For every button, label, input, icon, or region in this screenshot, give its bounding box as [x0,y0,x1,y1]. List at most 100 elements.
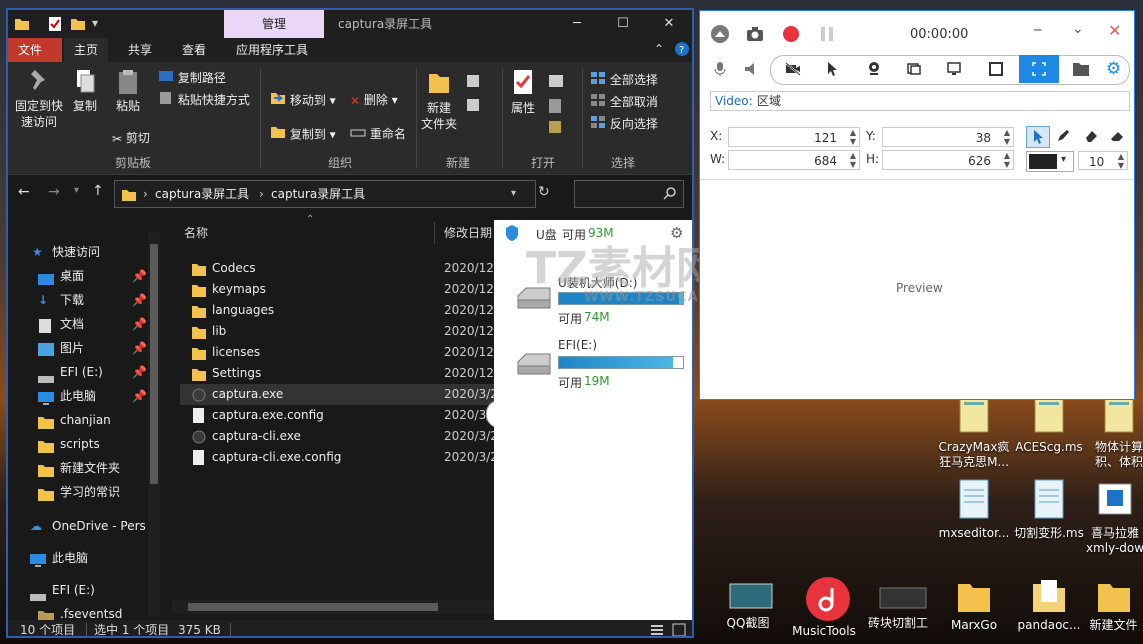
table-row[interactable]: keymaps 2020/12/ [180,279,498,300]
eraser-icon[interactable] [1084,129,1098,146]
collapse-icon[interactable] [710,24,730,47]
new-item-icon[interactable] [466,74,488,93]
desktop-item[interactable]: 切割变形.ms [1009,478,1089,541]
no-video-icon[interactable] [785,62,801,79]
tab-home[interactable]: 主页 [64,38,109,62]
easy-access-icon[interactable] [466,98,488,117]
color-picker[interactable]: ▾ [1026,151,1074,172]
context-tab-manage[interactable]: 管理 [224,10,324,38]
up-icon[interactable]: ↑ [92,183,104,199]
select-none-button[interactable]: 全部取消 [590,92,658,112]
clear-icon[interactable] [1110,129,1124,146]
copy-button[interactable]: 复制 [70,68,100,114]
refresh-icon[interactable]: ↻ [538,184,550,200]
paste-button[interactable]: 粘贴 [108,68,148,114]
collapse-ribbon-icon[interactable]: ⌃ [654,42,664,56]
spinner-icon[interactable]: ▲ ▼ [850,151,856,169]
tab-view[interactable]: 查看 [172,38,216,62]
pen-icon[interactable] [1056,129,1070,146]
delete-button[interactable]: ✕ 删除 ▾ [350,90,398,110]
customize-toolbar-icon[interactable]: ▾ [92,16,98,30]
scrollbar-thumb[interactable] [188,603,438,611]
desktop-item[interactable]: QQ截图 [708,576,788,631]
region-button[interactable] [1019,55,1059,83]
video-source-field[interactable]: Video: 区域 [710,91,1130,111]
paste-shortcut-button[interactable]: 粘贴快捷方式 [158,90,250,110]
spinner-icon[interactable]: ▲ ▼ [850,128,856,146]
close-button[interactable]: ✕ [646,10,692,38]
open-icon[interactable] [548,74,570,93]
pause-icon[interactable] [818,25,836,46]
desktop-item[interactable]: MarxGo [934,576,1014,633]
history-icon[interactable] [548,120,570,139]
table-row[interactable]: Codecs 2020/12/ [180,258,498,279]
nav-scrollbar[interactable] [148,232,160,616]
fullscreen-icon[interactable] [989,62,1003,79]
copy-path-button[interactable]: 复制路径 [158,68,226,88]
forward-icon[interactable]: → [48,184,60,200]
desktop-item[interactable]: CrazyMax疯 狂马克思M... [934,392,1014,470]
column-header-date[interactable]: 修改日期 [444,220,492,246]
table-row[interactable]: captura-cli.exe.config 2020/3/2 [180,447,498,468]
rename-button[interactable]: 重命名 [350,124,406,144]
recent-locations-icon[interactable]: ▾ [74,185,79,196]
screenshot-icon[interactable] [746,26,764,45]
desktop-item[interactable]: mxseditor... [934,478,1014,541]
select-all-button[interactable]: 全部选择 [590,70,658,90]
table-row[interactable]: Settings 2020/12/ [180,363,498,384]
properties-button[interactable]: 属性 [508,68,538,116]
folder-icon[interactable] [1072,61,1090,80]
speaker-icon[interactable] [744,61,760,80]
table-row[interactable]: captura.exe.config 2020/3/2 [180,405,498,426]
details-view-icon[interactable] [650,623,664,636]
double-chevron-down-icon[interactable]: ⌄ [1072,21,1084,37]
tab-app-tools[interactable]: 应用程序工具 [226,38,318,62]
x-input[interactable]: 121 ▲ ▼ [728,127,860,147]
close-icon[interactable]: ✕ [1108,21,1121,40]
copy-to-button[interactable]: 复制到 ▾ [270,124,336,144]
webcam-icon[interactable] [867,61,881,80]
maximize-button[interactable]: ☐ [600,10,646,38]
new-folder-button[interactable]: 新建 文件夹 [418,68,460,132]
table-row[interactable]: languages 2020/12/ [180,300,498,321]
spinner-icon[interactable]: ▲ ▼ [1004,128,1010,146]
spinner-icon[interactable]: ▲ ▼ [1004,151,1010,169]
desktop-item[interactable]: 物体计算 积、体积 [1084,392,1143,470]
desktop-item[interactable]: MusicTools [784,576,864,639]
invert-selection-button[interactable]: 反向选择 [590,114,658,134]
properties-icon[interactable] [48,16,62,35]
screen-icon[interactable] [947,62,961,79]
cut-button[interactable]: ✂ 剪切 [112,128,150,148]
tab-share[interactable]: 共享 [118,38,162,62]
stroke-size-input[interactable]: 10 ▲ ▼ [1078,151,1128,170]
table-row[interactable]: licenses 2020/12/ [180,342,498,363]
horizontal-scrollbar[interactable] [172,600,494,614]
microphone-icon[interactable] [714,61,726,80]
edit-icon[interactable] [548,98,570,117]
desktop-item[interactable]: 喜马拉雅 xmly-dow [1084,478,1143,556]
table-row[interactable]: captura.exe 2020/3/2 [180,384,498,405]
settings-gear-icon[interactable]: ⚙ [1106,59,1121,79]
move-to-button[interactable]: 移动到 ▾ [270,90,336,110]
minimize-icon[interactable]: ─ [1034,23,1041,37]
address-bar[interactable]: › captura录屏工具 › captura录屏工具 ▾ [114,180,536,208]
spinner-icon[interactable]: ▲ ▼ [1118,152,1124,170]
minimize-button[interactable]: ─ [554,10,600,38]
height-input[interactable]: 626 ▲ ▼ [882,150,1014,170]
table-row[interactable]: captura-cli.exe 2020/3/2 [180,426,498,447]
help-icon[interactable]: ? [674,41,690,60]
breadcrumb-part[interactable]: captura录屏工具 [271,181,365,207]
cursor-icon[interactable] [827,61,839,80]
window-icon[interactable] [907,62,921,79]
large-icons-view-icon[interactable] [672,623,686,636]
desktop-item[interactable]: pandaoc... [1009,576,1089,633]
search-input[interactable] [574,180,684,208]
chevron-down-icon[interactable]: ▾ [511,181,516,207]
y-input[interactable]: 38 ▲ ▼ [882,127,1014,147]
new-folder-icon[interactable] [70,16,86,35]
width-input[interactable]: 684 ▲ ▼ [728,150,860,170]
back-icon[interactable]: ← [18,184,30,200]
table-row[interactable]: lib 2020/12/ [180,321,498,342]
desktop-item[interactable]: 砖块切割工 [858,576,938,631]
breadcrumb-part[interactable]: captura录屏工具 [155,181,249,207]
